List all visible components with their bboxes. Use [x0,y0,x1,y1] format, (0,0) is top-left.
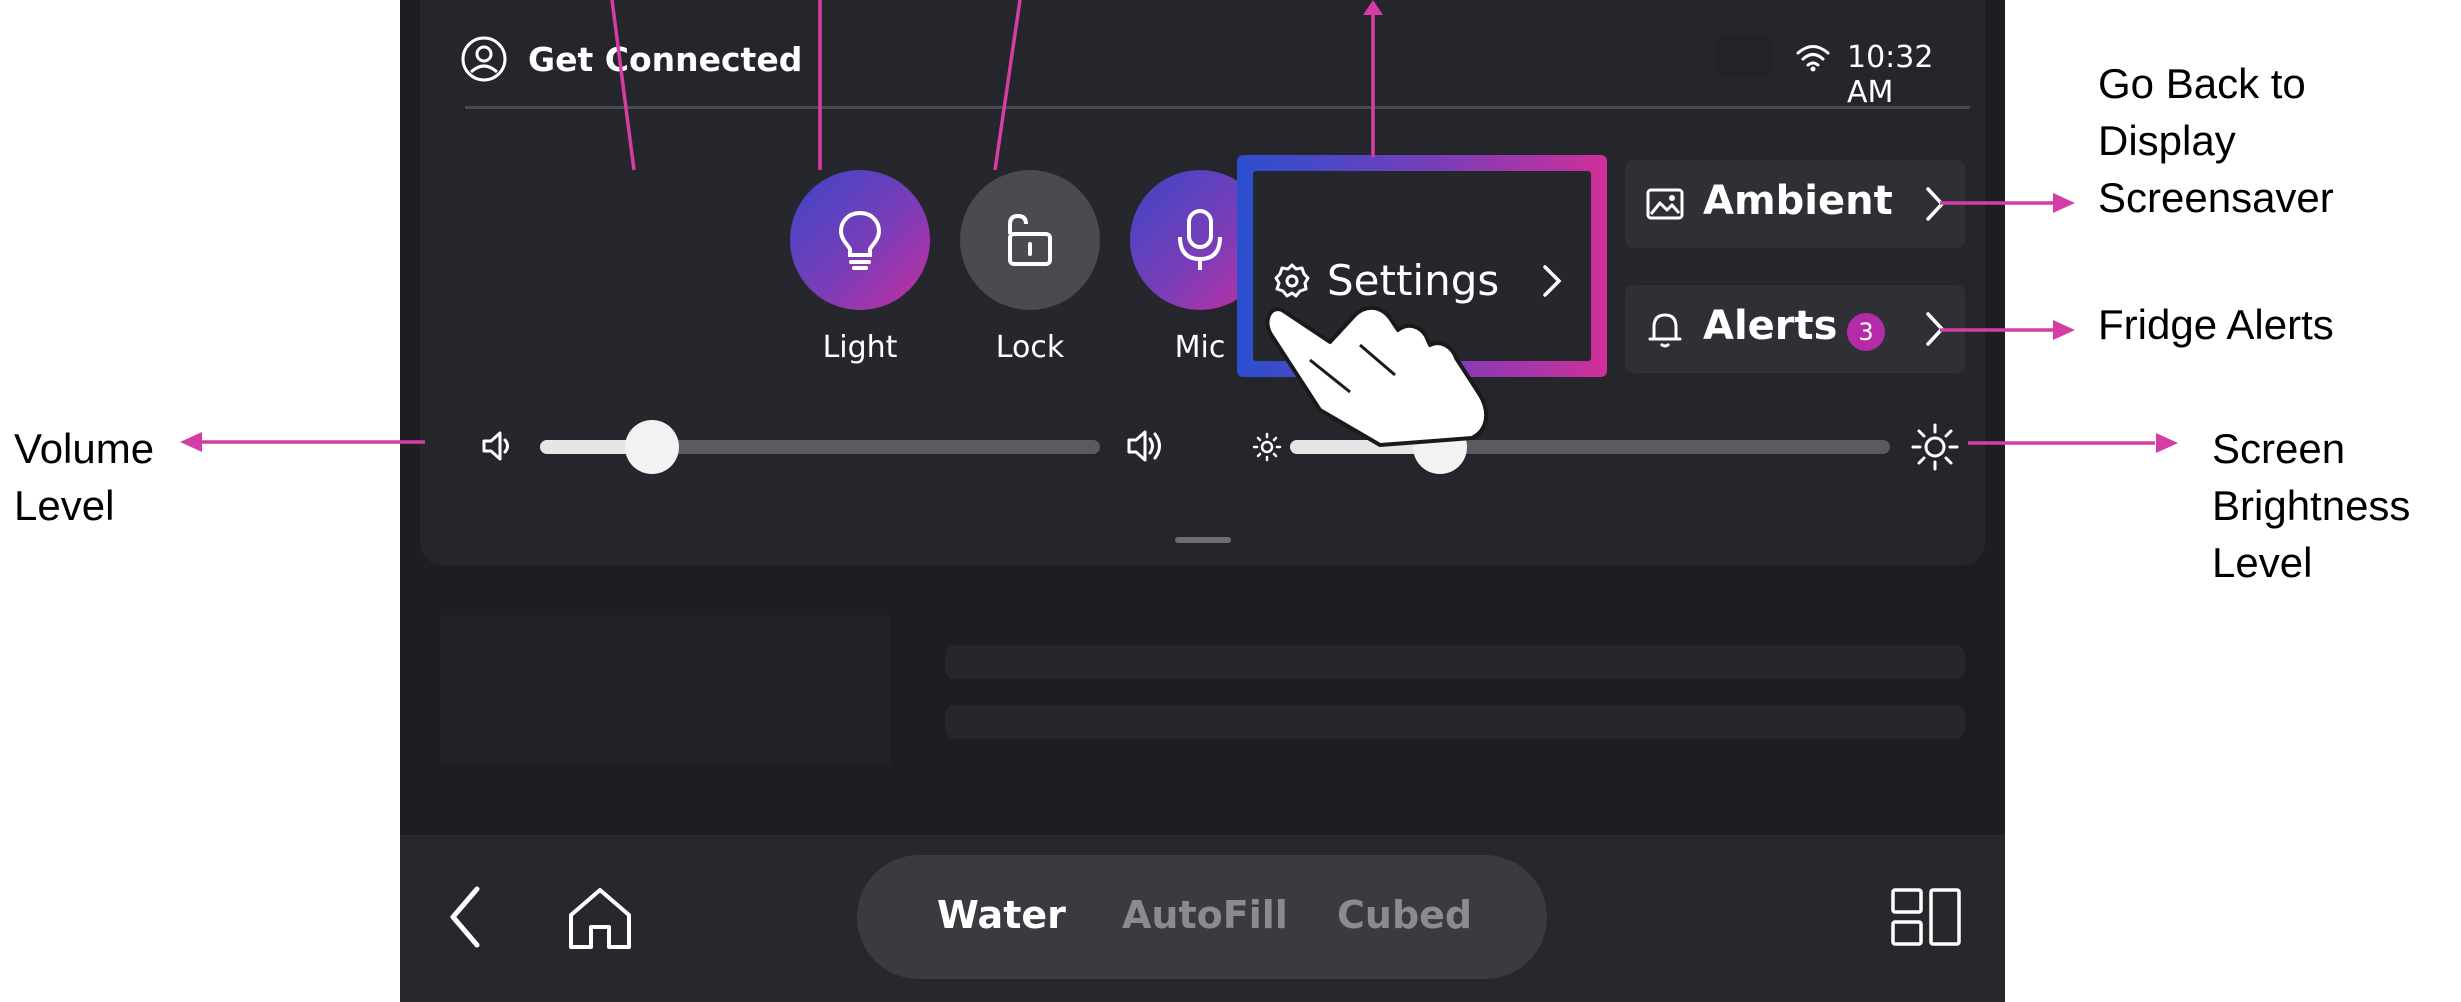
bell-icon [1648,313,1682,348]
background-row [945,645,1965,679]
wifi-icon [1796,45,1830,72]
chevron-right-icon [1926,312,1945,346]
annotation-line: Screen [2212,425,2346,472]
background-card [440,615,890,765]
home-icon[interactable] [565,885,635,951]
background-row [945,705,1965,739]
alerts-button[interactable]: Alerts 3 [1625,285,1965,373]
apps-grid-icon[interactable] [1890,887,1962,947]
dispenser-mode-selector: Water AutoFill Cubed [857,855,1547,979]
status-bar: Get Connected 10:32 AM [460,30,1950,110]
tab-autofill[interactable]: AutoFill [1122,893,1288,937]
brightness-slider[interactable] [1290,420,1890,474]
alerts-label: Alerts [1703,303,1838,349]
settings-label: Settings [1327,256,1500,305]
lock-button[interactable] [960,170,1100,310]
volume-low-icon [482,431,509,461]
annotation-line: Brightness [2212,482,2411,529]
ambient-button[interactable]: Ambient [1625,160,1965,248]
bottom-navigation-bar: Water AutoFill Cubed [400,835,2005,1002]
annotation-line: Volume [14,425,155,472]
brightness-high-icon [1911,423,1959,471]
light-label: Light [822,330,898,365]
get-connected-label[interactable]: Get Connected [528,40,802,79]
annotation-line: Display [2098,117,2236,164]
clock-time: 10:32 AM [1847,40,1934,110]
annotation-fridge-alerts: Fridge Alerts [2098,301,2334,348]
fridge-screen: Get Connected 10:32 AM Light Lock Mic Se… [400,0,2005,1002]
image-icon [1646,188,1684,220]
panel-drag-handle[interactable] [1175,537,1231,543]
chevron-right-icon [1926,187,1945,221]
alerts-count-badge: 3 [1847,313,1885,351]
lock-icon [1008,213,1052,266]
user-icon[interactable] [460,35,508,83]
tab-cubed[interactable]: Cubed [1337,893,1472,937]
annotation-go-back: Go Back to Display Screensaver [2098,55,2334,226]
lightbulb-icon [838,210,882,270]
light-button[interactable] [790,170,930,310]
settings-button[interactable]: Settings [1253,171,1591,361]
brightness-slider-knob[interactable] [1413,420,1467,474]
back-arrow-icon[interactable] [445,885,485,949]
settings-highlight-frame: Settings [1237,155,1607,377]
brightness-low-icon [1252,432,1282,462]
quick-control-panel: Get Connected 10:32 AM Light Lock Mic Se… [420,0,1985,565]
annotation-brightness: Screen Brightness Level [2212,420,2410,591]
annotation-line: Level [2212,539,2313,586]
volume-slider[interactable] [540,420,1100,474]
volume-high-icon [1127,430,1161,462]
status-indicator [1715,36,1773,76]
chevron-right-icon [1543,264,1562,297]
tab-water[interactable]: Water [937,893,1066,937]
volume-slider-knob[interactable] [625,420,679,474]
microphone-icon [1178,209,1222,270]
lock-label: Lock [995,330,1065,365]
gear-icon [1274,263,1310,297]
header-divider [465,106,1970,109]
annotation-line: Go Back to [2098,60,2306,107]
ambient-label: Ambient [1703,178,1893,224]
annotation-line: Level [14,482,115,529]
annotation-line: Screensaver [2098,174,2334,221]
annotation-volume: Volume Level [14,420,154,534]
